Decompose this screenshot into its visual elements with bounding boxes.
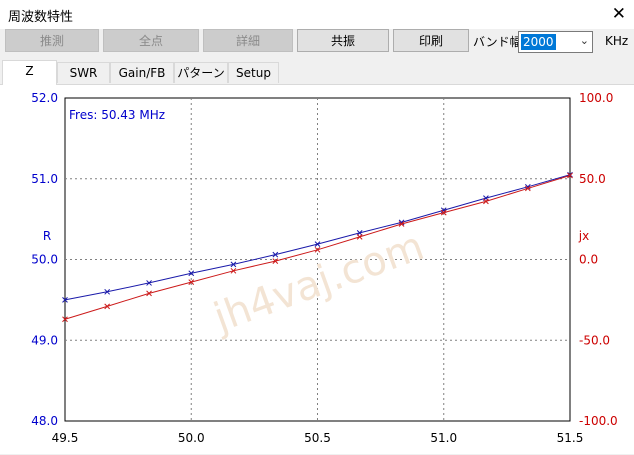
- tab-swr[interactable]: SWR: [57, 62, 110, 83]
- band-width-select[interactable]: 2000 ⌄: [518, 31, 593, 53]
- band-unit-label: KHz: [605, 34, 629, 48]
- x-tick-label: 49.5: [52, 431, 79, 445]
- right-axis-label: jx: [578, 229, 589, 243]
- estimate-button[interactable]: 推測: [5, 29, 99, 52]
- left-tick-label: 52.0: [31, 91, 58, 105]
- right-tick-label: 100.0: [579, 91, 613, 105]
- x-tick-label: 51.5: [557, 431, 584, 445]
- left-tick-label: 51.0: [31, 172, 58, 186]
- tab-pattern[interactable]: パターン: [174, 62, 228, 83]
- chart-panel: jh4vaj.com 49.5 50.0 50.5 51.0 51.5 52.0 51.0 50…: [0, 84, 634, 454]
- print-button[interactable]: 印刷: [393, 29, 469, 52]
- title-bar: 周波数特性 ✕: [0, 0, 634, 29]
- window-title: 周波数特性: [8, 10, 74, 25]
- tab-setup[interactable]: Setup: [228, 62, 279, 83]
- chevron-down-icon[interactable]: ⌄: [580, 34, 589, 47]
- all-points-button[interactable]: 全点: [103, 29, 199, 52]
- impedance-chart: jh4vaj.com49.5 50.0 50.5 51.0 51.552.051.050…: [31, 91, 618, 445]
- left-tick-label: 50.0: [31, 253, 58, 267]
- right-tick-label: -100.0: [579, 414, 618, 428]
- right-tick-label: 0.0: [579, 253, 598, 267]
- right-tick-label: -50.0: [579, 333, 610, 347]
- tab-z[interactable]: Z: [2, 60, 57, 85]
- details-button[interactable]: 詳細: [203, 29, 293, 52]
- tab-gain-fb[interactable]: Gain/FB: [110, 62, 174, 83]
- left-tick-label: 48.0: [31, 414, 58, 428]
- band-width-label: バンド幅: [473, 35, 522, 49]
- resonance-annotation: Fres: 50.43 MHz: [69, 108, 165, 122]
- band-width-value: 2000: [521, 34, 556, 50]
- left-tick-label: 49.0: [31, 333, 58, 347]
- x-tick-label: 50.0: [178, 431, 205, 445]
- right-tick-label: 50.0: [579, 172, 606, 186]
- close-icon[interactable]: ✕: [612, 3, 626, 25]
- x-tick-label: 51.0: [430, 431, 457, 445]
- left-axis-label: R: [43, 229, 51, 243]
- x-tick-label: 50.5: [304, 431, 331, 445]
- resonance-button[interactable]: 共振: [297, 29, 389, 52]
